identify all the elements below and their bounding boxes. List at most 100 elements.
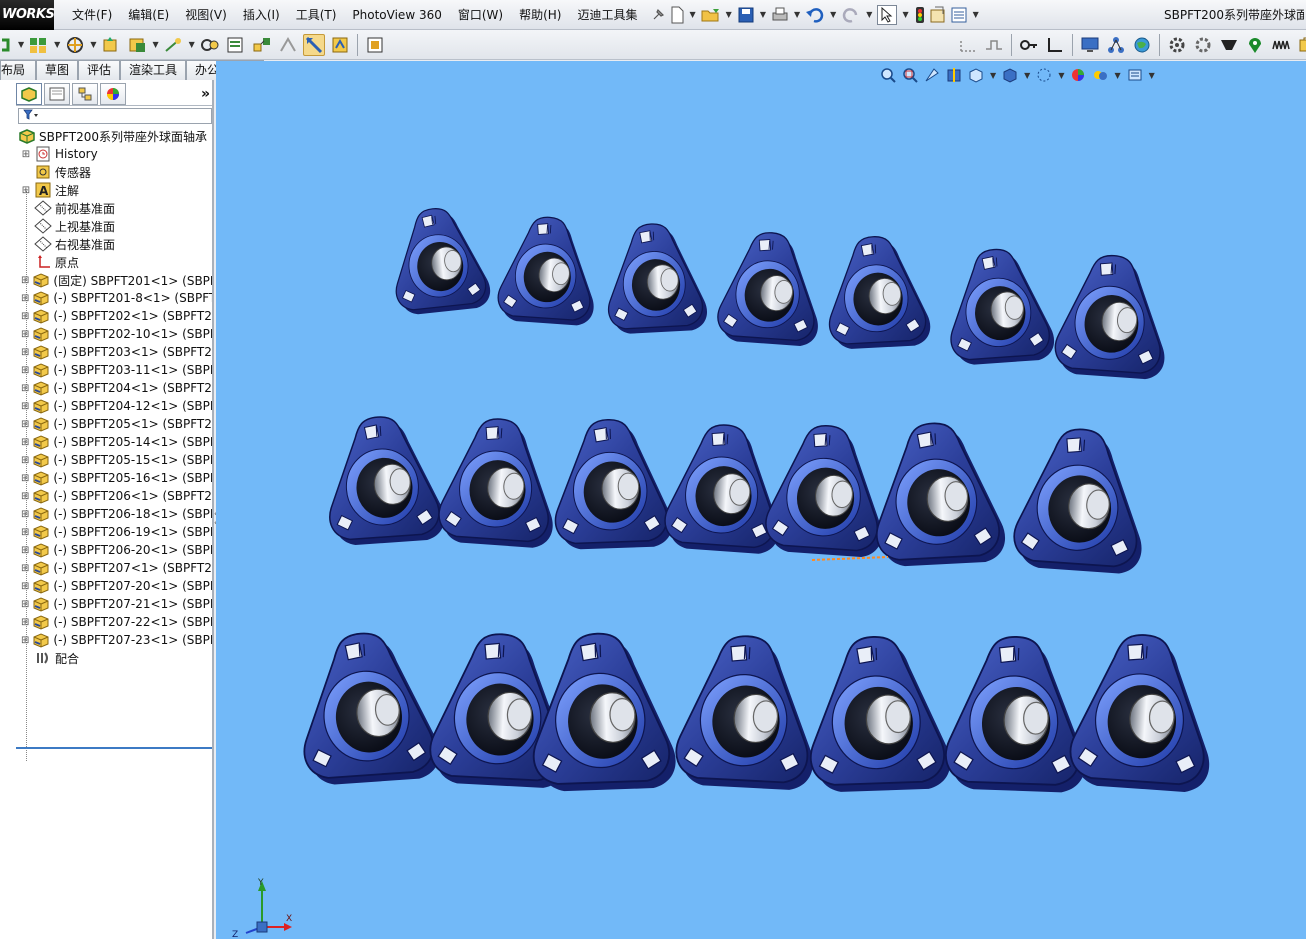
bearing-unit[interactable] [1067,629,1219,795]
chevron-down-icon[interactable]: ▼ [690,10,696,19]
expand-panel-icon[interactable]: » [201,86,210,102]
tree-item[interactable]: ⊞ (-) SBPFT204<1> (SBPFT20 [16,379,212,397]
chevron-down-icon[interactable]: ▼ [726,10,732,19]
menu-item[interactable]: PhotoView 360 [344,0,449,30]
bearing-unit[interactable] [870,419,1008,569]
gear-icon[interactable] [1166,34,1188,56]
show-hidden-icon[interactable] [126,34,148,56]
redo-icon[interactable] [841,5,861,25]
tree-item[interactable]: ⊞ (-) SBPFT204-12<1> (SBPF [16,397,212,415]
bearing-unit[interactable] [551,416,674,551]
smart-fasteners-icon[interactable] [64,34,86,56]
instant-3d-icon[interactable] [302,33,325,56]
expand-toggle-icon[interactable]: ⊞ [21,293,29,304]
tree-item[interactable]: ⊞ (-) SBPFT203<1> (SBPFT20 [16,343,212,361]
menu-item[interactable]: 迈迪工具集 [569,0,645,30]
key-icon[interactable] [1018,34,1040,56]
tree-item[interactable]: ⊞ A 注解 [16,181,212,199]
tree-item[interactable]: ⊞ (-) SBPFT205-14<1> (SBPF [16,433,212,451]
bearing-instances[interactable] [295,203,1219,795]
tree-item[interactable]: 右视基准面 [16,235,212,253]
reference-geometry-icon[interactable] [163,34,185,56]
pulse-line-icon[interactable] [983,34,1005,56]
spring-icon[interactable] [1270,34,1292,56]
graphics-area[interactable]: ▼ ▼ ▼ ▼ ▼ Y X Z [216,61,1306,939]
angle-icon[interactable] [1044,34,1066,56]
menu-item[interactable]: 工具(T) [288,0,345,30]
expand-toggle-icon[interactable]: ⊞ [21,635,29,646]
pin-icon[interactable] [650,5,666,25]
tab-configuration-manager[interactable] [72,82,98,105]
menu-item[interactable]: 编辑(E) [120,0,177,30]
tree-item[interactable]: 原点 [16,253,212,271]
tree-item[interactable]: ⊞ (-) SBPFT207-20<1> (SBPF [16,577,212,595]
chevron-down-icon[interactable]: ▼ [760,10,766,19]
tree-item[interactable]: 上视基准面 [16,217,212,235]
bearing-unit[interactable] [805,633,953,794]
bearing-unit[interactable] [322,412,447,548]
bearing-unit[interactable] [528,630,678,794]
tab-property-manager[interactable] [44,82,70,105]
tree-item[interactable]: ⊞ (-) SBPFT203-11<1> (SBPF [16,361,212,379]
expand-toggle-icon[interactable]: ⊞ [21,275,29,286]
assembly-mates-icon[interactable] [0,34,14,56]
tree-root-assembly[interactable]: SBPFT200系列带座外球面轴承 [16,127,212,145]
tree-item[interactable]: 前视基准面 [16,199,212,217]
tree-item[interactable]: ⊞ (-) SBPFT206-19<1> (SBPF [16,523,212,541]
exploded-view-icon[interactable] [251,34,273,56]
bearing-unit[interactable] [944,245,1057,367]
menu-item[interactable]: 窗口(W) [450,0,511,30]
display-monitor-icon[interactable] [1079,34,1101,56]
filter-funnel-icon[interactable] [23,109,39,124]
chevron-down-icon[interactable]: ▼ [189,40,195,49]
toolbox-icon[interactable] [1296,34,1306,56]
chevron-down-icon[interactable]: ▼ [973,10,979,19]
move-component-icon[interactable] [100,34,122,56]
tree-item[interactable]: ⊞ (-) SBPFT206-20<1> (SBPF [16,541,212,559]
take-snapshot-icon[interactable] [364,34,386,56]
expand-toggle-icon[interactable]: ⊞ [21,365,29,376]
chevron-down-icon[interactable]: ▼ [902,10,908,19]
tree-item[interactable]: ⊞ (-) SBPFT207-21<1> (SBPF [16,595,212,613]
bearing-unit[interactable] [824,233,932,351]
save-icon[interactable] [737,5,755,25]
expand-toggle-icon[interactable]: ⊞ [21,185,31,196]
command-tab[interactable]: 渲染工具 [120,60,187,80]
print-icon[interactable] [771,5,789,25]
chevron-down-icon[interactable]: ▼ [866,10,872,19]
options-icon[interactable] [950,5,968,25]
chevron-down-icon[interactable]: ▼ [152,40,158,49]
tree-item[interactable]: 配合 [16,649,212,667]
bearing-unit[interactable] [436,414,561,550]
assembly-3d-model[interactable] [216,61,1306,939]
bearing-unit[interactable] [763,421,890,560]
bearing-unit[interactable] [662,420,787,556]
bearing-unit[interactable] [673,631,821,792]
expand-toggle-icon[interactable]: ⊞ [21,149,31,160]
chevron-down-icon[interactable]: ▼ [18,40,24,49]
hopper-icon[interactable] [1218,34,1240,56]
expand-toggle-icon[interactable]: ⊞ [21,383,29,394]
bearing-unit[interactable] [603,220,709,336]
expand-toggle-icon[interactable]: ⊞ [21,455,29,466]
tree-item[interactable]: ⊞ (固定) SBPFT201<1> (SBPF [16,271,212,289]
expand-toggle-icon[interactable]: ⊞ [21,563,29,574]
tree-item[interactable]: ⊞ (-) SBPFT206<1> (SBPFT20 [16,487,212,505]
expand-toggle-icon[interactable]: ⊞ [21,473,29,484]
tree-item[interactable]: ⊞ (-) SBPFT201-8<1> (SBPFT [16,289,212,307]
location-pin-icon[interactable] [1244,34,1266,56]
tab-display-manager[interactable] [100,82,126,105]
tree-item[interactable]: ⊞ (-) SBPFT207-23<1> (SBPF [16,631,212,649]
bearing-unit[interactable] [943,633,1091,795]
expand-toggle-icon[interactable]: ⊞ [21,581,29,592]
menu-item[interactable]: 视图(V) [177,0,235,30]
expand-toggle-icon[interactable]: ⊞ [21,545,29,556]
menu-item[interactable]: 插入(I) [235,0,288,30]
expand-toggle-icon[interactable]: ⊞ [21,491,29,502]
sketch-dimension-icon[interactable] [957,34,979,56]
expand-toggle-icon[interactable]: ⊞ [21,311,29,322]
tree-item[interactable]: ⊞ (-) SBPFT205-15<1> (SBPF [16,451,212,469]
expand-toggle-icon[interactable]: ⊞ [21,599,29,610]
tree-item[interactable]: ⊞ History [16,145,212,163]
tab-feature-tree[interactable] [16,82,42,105]
